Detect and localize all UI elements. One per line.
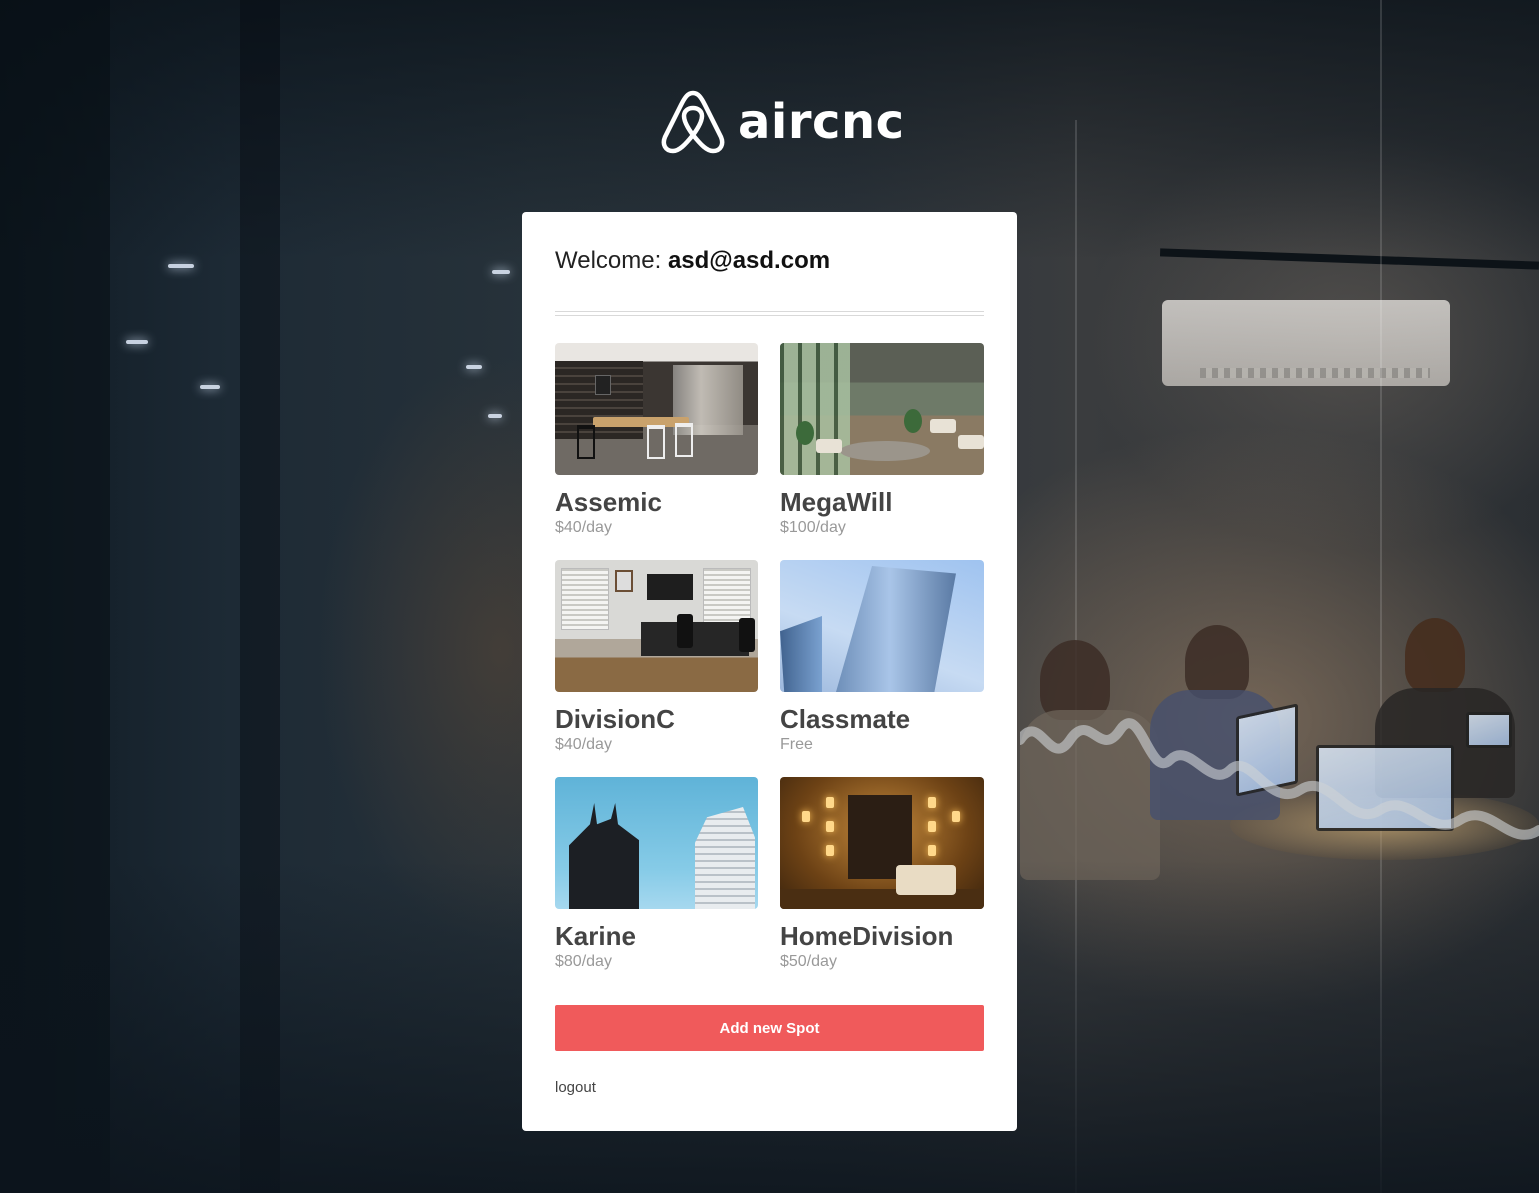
divider	[555, 311, 984, 316]
background-light	[200, 385, 220, 389]
background-light	[488, 414, 502, 418]
spot-price: $50/day	[780, 953, 837, 970]
spot-price: $80/day	[555, 953, 612, 970]
spot-price: $40/day	[555, 519, 612, 536]
welcome-label: Welcome:	[555, 247, 662, 274]
spot-thumbnail	[780, 560, 984, 692]
background-person	[1405, 618, 1465, 692]
add-new-spot-button[interactable]: Add new Spot	[555, 1005, 984, 1051]
spot-thumbnail	[555, 343, 758, 475]
spot-name: HomeDivision	[780, 921, 954, 951]
welcome-message: Welcome: asd@asd.com	[555, 245, 984, 277]
spot-name: Karine	[555, 921, 636, 951]
spot-card-assemic[interactable]: Assemic $40/day	[555, 343, 758, 560]
background-light	[492, 270, 510, 274]
spot-card-karine[interactable]: Karine $80/day	[555, 777, 758, 994]
dashboard-card: Welcome: asd@asd.com Assemic $40/day Meg…	[522, 212, 1017, 1131]
background-light	[126, 340, 148, 344]
background-air-conditioner-vent	[1200, 368, 1430, 378]
spot-thumbnail	[780, 777, 984, 909]
logout-link[interactable]: logout	[555, 1079, 596, 1096]
brand-name: aircnc	[738, 94, 905, 150]
spot-card-divisionc[interactable]: DivisionC $40/day	[555, 560, 758, 777]
spot-card-classmate[interactable]: Classmate Free	[780, 560, 984, 777]
spot-price: Free	[780, 736, 813, 753]
background-light	[466, 365, 482, 369]
user-email: asd@asd.com	[667, 247, 831, 274]
background-glass-decal	[1020, 718, 1539, 840]
spot-thumbnail	[555, 560, 758, 692]
spot-thumbnail	[555, 777, 758, 909]
spot-thumbnail	[780, 343, 984, 475]
spot-name: Assemic	[555, 487, 662, 517]
spot-name: Classmate	[780, 704, 911, 734]
brand-logo[interactable]: aircnc	[660, 86, 905, 158]
spot-name: DivisionC	[555, 704, 675, 734]
spot-price: $40/day	[555, 736, 612, 753]
spot-card-megawill[interactable]: MegaWill $100/day	[780, 343, 984, 560]
background-light	[168, 264, 194, 268]
spot-list: Assemic $40/day MegaWill $100/day Divisi…	[555, 343, 984, 994]
spot-card-homedivision[interactable]: HomeDivision $50/day	[780, 777, 984, 994]
spot-name: MegaWill	[780, 487, 893, 517]
background-person	[1185, 625, 1249, 699]
spot-price: $100/day	[780, 519, 846, 536]
airbnb-belo-icon	[661, 90, 725, 154]
